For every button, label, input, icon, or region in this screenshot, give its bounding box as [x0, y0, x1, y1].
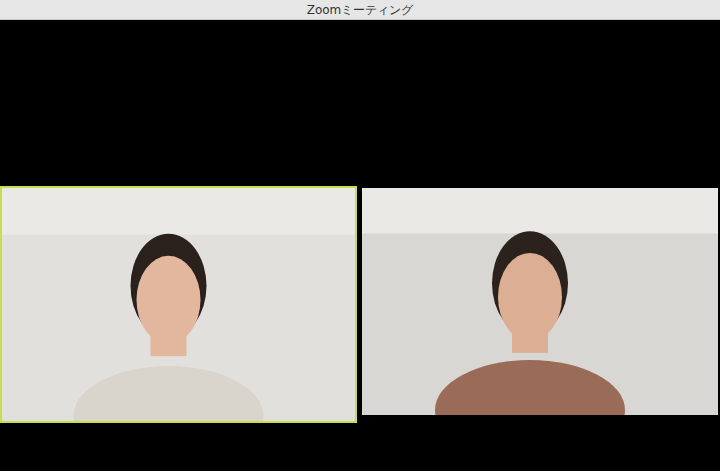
title-bar: Zoomミーティング [0, 0, 720, 20]
window-title: Zoomミーティング [307, 1, 414, 19]
video-tile[interactable] [0, 186, 357, 423]
video-area [0, 20, 720, 471]
video-tile[interactable] [360, 186, 720, 417]
person-icon [362, 188, 718, 415]
person-icon [2, 188, 355, 421]
